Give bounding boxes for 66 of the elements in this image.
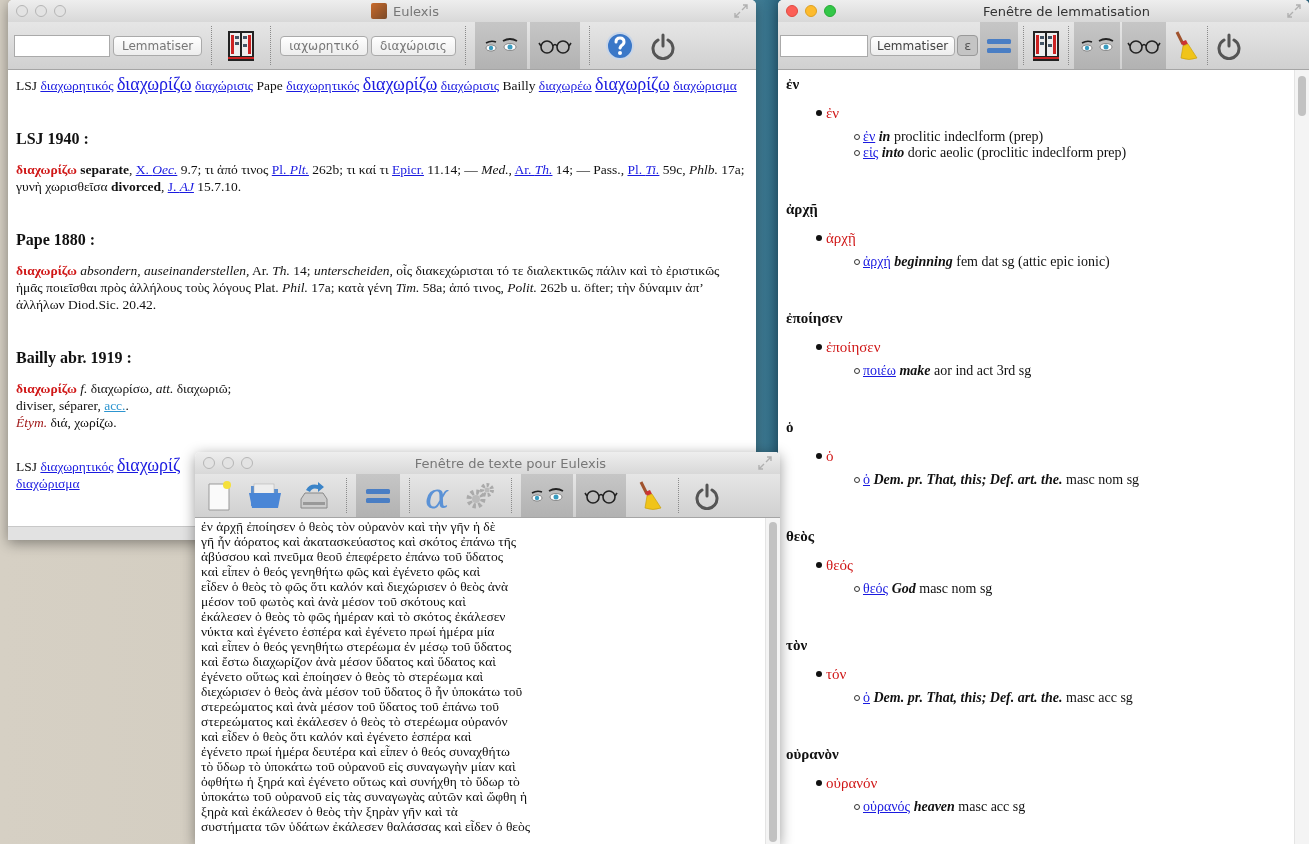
analysis-line: ἀρχή beginning fem dat sg (attic epic ionic) [863, 254, 1110, 270]
headword-link[interactable]: διαχωρίζω [116, 74, 192, 94]
lemma-form: ἐποίησεν [826, 338, 881, 357]
lemma-link[interactable]: ποιέω [863, 363, 896, 378]
lemma-form: ὁ [826, 447, 834, 466]
dictionary-label: Pape [256, 78, 283, 93]
word-heading: θεὸς [786, 527, 816, 546]
dictionary-label: LSJ [16, 78, 37, 93]
citation-link[interactable]: X. Oec. [135, 162, 178, 177]
dictionary-label: Bailly [502, 78, 536, 93]
window-title: Fenêtre de texte pour Eulexis [414, 455, 607, 471]
analysis-line: ὁ Dem. pr. That, this; Def. art. the. masc acc sg [863, 690, 1133, 706]
analysis-line: εἰς into doric aeolic (proclitic indeclform prep) [863, 145, 1127, 161]
lemma-form: θεός [826, 556, 853, 575]
citation-link[interactable]: Ar. Th. [514, 162, 553, 177]
word-link[interactable]: διαχωρητικός [40, 78, 114, 93]
lemma-form: τόν [826, 665, 847, 684]
citation-link[interactable]: J. AJ [167, 179, 194, 194]
toolbar-button[interactable]: Lemmatiser [113, 35, 203, 56]
lemma-form: ἀρχῇ [826, 229, 856, 248]
word-link[interactable]: διαχωρέω [538, 78, 592, 93]
analysis-line: ποιέω make aor ind act 3rd sg [863, 363, 1032, 379]
citation-link[interactable]: Pl. Plt. [271, 162, 309, 177]
word-link[interactable]: διαχώρισμα [16, 476, 80, 491]
window-title: Eulexis [393, 3, 439, 19]
lemma-link[interactable]: ἀρχή [863, 254, 891, 269]
headword-link[interactable]: διαχωρίζ [116, 455, 181, 475]
word-link[interactable]: διαχωρητικός [40, 459, 114, 474]
toolbar-button[interactable]: διαχώρισις [371, 35, 456, 56]
word-heading: ἀρχῇ [786, 200, 819, 219]
citation-link[interactable]: Pl. Ti. [627, 162, 660, 177]
window-title: Fenêtre de lemmatisation [983, 3, 1150, 19]
analysis-line: οὐρανός heaven masc acc sg [863, 799, 1026, 815]
lemma-link[interactable]: οὐρανός [863, 799, 911, 814]
word-heading: ἐποίησεν [786, 309, 844, 328]
citation-link[interactable]: Epicr. [392, 162, 424, 177]
word-link[interactable]: διαχώρισις [194, 78, 254, 93]
headword-link[interactable]: διαχωρίζω [362, 74, 438, 94]
dictionary-entry: διαχωρίζω separate, X. Oec. 9.7; τι ἀπό τινος Pl. Plt. 262b; τι καί τι Epicr. 11.14; — Med., Ar. Th. 14; — Pass., Pl. Ti. 59c, Phlb. 17a; γυνὴ χωρισθεῖσα divorced, J. AJ 15.7.10. [16, 161, 746, 195]
lemma-link[interactable]: ὁ [863, 472, 870, 487]
lemma-form: οὐρανόν [826, 774, 878, 793]
word-link[interactable]: διαχωρητικός [286, 78, 360, 93]
toolbar-button[interactable]: Lemmatiser [870, 35, 956, 56]
analysis-line: ὁ Dem. pr. That, this; Def. art. the. masc nom sg [863, 472, 1140, 488]
lemma-link[interactable]: ἐν [863, 129, 876, 144]
dictionary-entry: διαχωρίζω f. διαχωρίσω, att. διαχωριῶ; diviser, séparer, acc.. Étym. διά, χωρίζω. [16, 380, 233, 431]
word-link[interactable]: διαχώρισις [440, 78, 499, 93]
analysis-line: θεός God masc nom sg [863, 581, 993, 597]
word-heading: ἐν [786, 75, 801, 94]
dictionary-label: LSJ [16, 459, 37, 474]
dictionary-entry: διαχωρίζω absondern, auseinanderstellen, Ar. Th. 14; unterscheiden, οἷς διακεχώρισται τό τε διαλεκτικῶς πάλιν καὶ τὸ ἐριστικῶς ἡμᾶς ποιεῖσθαι πρὸς ἀλλήλους τοὺς λόγους Plat. Phil. 17a; κατὰ γένη Tim. 58a; ἀπό τινος, Polit. 262b u. öfter; τὴν δύναμιν ἀπ’ ἀλλήλων Diod.Sic. 20.42. [16, 262, 721, 313]
section-heading: LSJ 1940 : [16, 130, 90, 147]
lemma-form: ἐν [826, 104, 840, 123]
lemma-link[interactable]: θεός [863, 581, 889, 596]
analysis-line: ἐν in proclitic indeclform (prep) [863, 129, 1044, 145]
section-heading: Bailly abr. 1919 : [16, 349, 133, 366]
word-heading: τὸν [786, 636, 809, 655]
lemma-link[interactable]: εἰς [863, 145, 879, 160]
lemma-link[interactable]: ὁ [863, 690, 870, 705]
word-heading: ὁ [786, 418, 795, 437]
text-editor[interactable]: ἐν ἀρχῇ ἐποίησεν ὁ θεὸς τὸν οὐρανὸν καὶ τὴν γῆν ἡ δὲ γῆ ἦν ἀόρατος καὶ ἀκατασκεύαστος καὶ σκότος ἐπάνω τῆς ἀβύσσου καὶ πνεῦμα θεοῦ ἐπεφέρετο ἐπάνω τοῦ ὕδατος καὶ εἶπεν ὁ θεός γενηθήτω φῶς καὶ ἐγένετο φῶς καὶ εἶδεν ὁ θεὸς τὸ φῶς ὅτι καλόν καὶ διεχώρισεν ὁ θεὸς ἀνὰ μέσον τοῦ φωτὸς καὶ ἀνὰ μέσον τοῦ σκότους καὶ ἐκάλεσεν ὁ θεὸς τὸ φῶς ἡμέραν καὶ τὸ σκότος ἐκάλεσεν νύκτα καὶ ἐγένετο ἑσπέρα καὶ ἐγένετο πρωί ἡμέρα μία καὶ εἶπεν ὁ θεός γενηθήτω στερέωμα ἐν μέσῳ τοῦ ὕδατος καὶ ἔστω διαχωρίζον ἀνὰ μέσον ὕδατος καὶ ὕδατος καὶ ἐγένετο οὕτως καὶ ἐποίησεν ὁ θεὸς τὸ στερέωμα καὶ διεχώρισεν ὁ θεὸς ἀνὰ μέσον τοῦ ὕδατος ὃ ἦν ὑποκάτω τοῦ στερεώματος καὶ ἀνὰ μέσον τοῦ ὕδατος τοῦ ἐπάνω τοῦ στερεώματος καὶ ἐκάλεσεν ὁ θεὸς τὸ στερέωμα οὐρανόν καὶ εἶδεν ὁ θεὸς ὅτι καλόν καὶ ἐγένετο ἑσπέρα καὶ ἐγένετο πρωί ἡμέρα δευτέρα καὶ εἶπεν ὁ θεός συναχθήτω τὸ ὕδωρ τὸ ὑποκάτω τοῦ οὐρανοῦ εἰς συναγωγὴν μίαν καὶ ὀφθήτω ἡ ξηρά καὶ ἐγένετο οὕτως καὶ συνήχθη τὸ ὕδωρ τὸ ὑποκάτω τοῦ οὐρανοῦ εἰς τὰς συναγωγὰς αὐτῶν καὶ ὤφθη ἡ ξηρὰ καὶ ἐκάλεσεν ὁ θεὸς τὴν ξηρὰν γῆν καὶ τὰ συστήματα τῶν ὑδάτων ἐκάλεσεν θαλάσσας καὶ εἶδεν ὁ θεὸς [195, 518, 765, 844]
headword-link[interactable]: διαχωρίζω [595, 74, 670, 94]
toolbar-button[interactable]: ιαχωρητικό [280, 35, 369, 56]
section-heading: Pape 1880 : [16, 231, 97, 248]
word-heading: οὐρανὸν [786, 745, 840, 764]
word-link[interactable]: διαχώρισμα [673, 78, 737, 93]
